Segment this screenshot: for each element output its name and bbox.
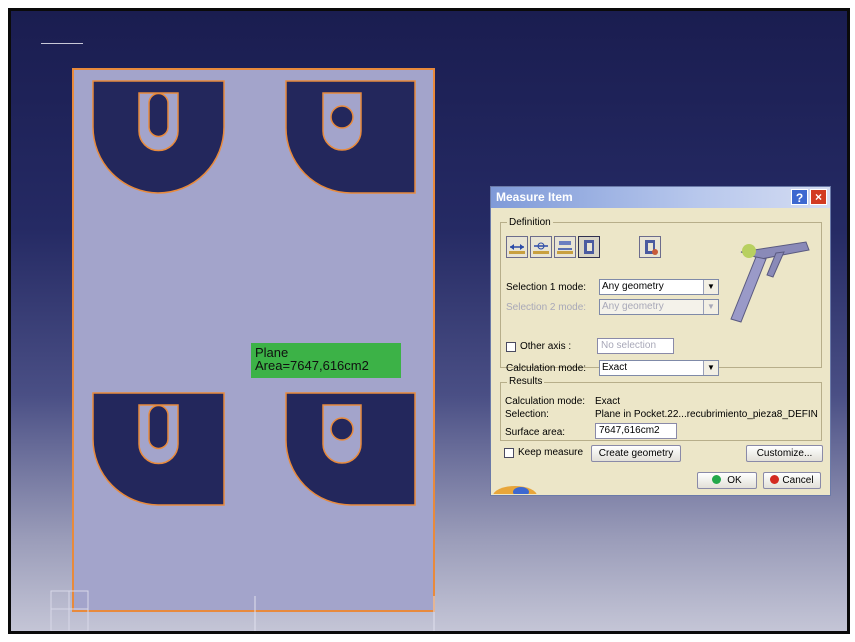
selection1-label: Selection 1 mode:	[506, 282, 587, 293]
other-axis-value: No selection	[601, 340, 657, 351]
measure-tooltip: Plane Area=7647,616cm2	[251, 343, 401, 378]
ok-label: OK	[727, 475, 742, 486]
other-axis-label: Other axis :	[520, 341, 572, 352]
results-selection-label: Selection:	[505, 409, 549, 420]
measure-item-icon[interactable]	[530, 236, 552, 258]
surface-area-value: 7647,616cm2	[599, 425, 660, 436]
chevron-down-icon: ▼	[703, 361, 718, 375]
selection2-label: Selection 2 mode:	[506, 302, 587, 313]
measure-inertia-icon[interactable]	[639, 236, 661, 258]
chevron-down-icon: ▼	[703, 300, 718, 314]
dialog-title: Measure Item	[496, 190, 573, 204]
measure-between-icon[interactable]	[506, 236, 528, 258]
keep-measure-checkbox[interactable]	[504, 448, 514, 458]
screen: Plane Area=7647,616cm2 Measure Item ? × …	[0, 0, 855, 642]
other-axis-field: No selection	[597, 338, 674, 354]
calc-mode-label: Calculation mode:	[506, 363, 587, 374]
results-calc-mode-label: Calculation mode:	[505, 396, 586, 407]
caliper-icon	[730, 241, 810, 323]
close-button[interactable]: ×	[810, 189, 827, 205]
results-calc-mode-value: Exact	[595, 396, 621, 407]
keep-measure-label: Keep measure	[518, 447, 584, 458]
measure-thickness-icon[interactable]	[554, 236, 576, 258]
chevron-down-icon: ▼	[703, 280, 718, 294]
results-group-label: Results	[507, 376, 545, 387]
calc-mode-combo[interactable]: Exact ▼	[599, 360, 719, 376]
tooltip-area: Area=7647,616cm2	[255, 358, 369, 373]
measure-item-active-icon[interactable]	[578, 236, 600, 258]
definition-group-label: Definition	[507, 217, 553, 228]
cancel-button[interactable]: Cancel	[763, 472, 821, 489]
results-selection-value: Plane in Pocket.22...recubrimiento_pieza…	[595, 409, 818, 420]
calc-mode-value: Exact	[602, 362, 628, 373]
surface-area-field: 7647,616cm2	[595, 423, 677, 439]
cancel-icon	[770, 475, 780, 484]
selection1-value: Any geometry	[602, 281, 664, 292]
selection2-value: Any geometry	[602, 301, 664, 312]
selection2-combo: Any geometry ▼	[599, 299, 719, 315]
ok-button[interactable]: OK	[697, 472, 757, 489]
other-axis-checkbox[interactable]	[506, 342, 516, 352]
customize-button[interactable]: Customize...	[746, 445, 823, 462]
ok-icon	[712, 475, 722, 484]
help-button[interactable]: ?	[791, 189, 808, 205]
create-geometry-button[interactable]: Create geometry	[591, 445, 681, 462]
cancel-label: Cancel	[782, 475, 814, 486]
surface-area-label: Surface area:	[505, 427, 566, 438]
selection1-combo[interactable]: Any geometry ▼	[599, 279, 719, 295]
dialog-titlebar[interactable]: Measure Item ? ×	[491, 187, 830, 208]
catia-logo-icon	[493, 486, 537, 494]
measure-item-dialog: Measure Item ? × Definition Selection 1 …	[490, 186, 831, 496]
